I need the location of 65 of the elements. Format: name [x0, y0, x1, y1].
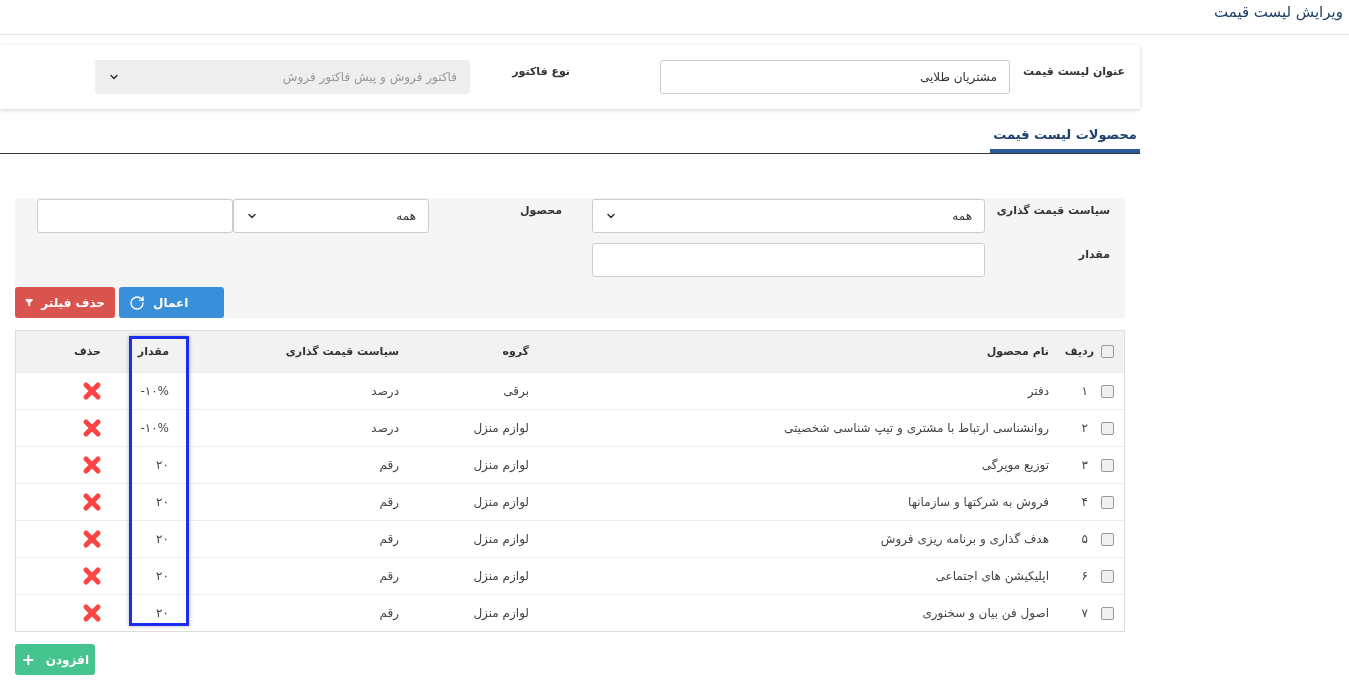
table-cell: روانشناسی ارتباط با مشتری و تیپ شناسی شخصیتی [784, 421, 1049, 435]
table-cell: لوازم منزل [473, 532, 529, 546]
table-cell: ۲۰ [156, 606, 169, 620]
table-cell: برقی [503, 384, 529, 398]
checkbox[interactable] [1101, 421, 1114, 435]
field-label: سیاست قیمت گذاری [995, 203, 1110, 217]
dropdown-field[interactable]: همه [233, 199, 429, 233]
column-header: نام محصول [986, 345, 1049, 358]
refresh-icon [129, 294, 145, 311]
table-cell: اصول فن بیان و سخنوری [922, 606, 1049, 620]
table-cell: رقم [379, 569, 399, 583]
page-title: ویرایش لیست قیمت [1214, 3, 1343, 21]
input-field[interactable] [592, 243, 985, 277]
field-label: عنوان لیست قیمت [1022, 64, 1125, 78]
table-cell: ۴ [1081, 495, 1088, 509]
table-cell: -۱۰% [140, 384, 169, 398]
checkbox[interactable] [1101, 569, 1114, 583]
table-cell: درصد [371, 421, 399, 435]
table-cell: رقم [379, 495, 399, 509]
checkbox[interactable] [1101, 532, 1114, 546]
column-header: حذف [73, 345, 101, 358]
checkbox[interactable] [1101, 384, 1114, 398]
table-cell: لوازم منزل [473, 458, 529, 472]
table-cell: رقم [379, 532, 399, 546]
dropdown-field[interactable]: همه [592, 199, 985, 233]
checkbox[interactable] [1101, 345, 1114, 358]
clear-filter-button[interactable]: حذف فیلتر [15, 287, 115, 318]
input-field[interactable] [37, 199, 233, 233]
table-cell: ۳ [1081, 458, 1088, 472]
table-cell: فروش به شرکتها و سازمانها [908, 495, 1049, 509]
table-cell: اپلیکیشن های اجتماعی [935, 569, 1049, 583]
tab[interactable]: محصولات لیست قیمت [990, 124, 1140, 153]
table-cell: توزیع مویرگی [981, 458, 1049, 472]
table-cell: لوازم منزل [473, 495, 529, 509]
filter-icon [25, 297, 34, 308]
table-cell: ۲۰ [156, 569, 169, 583]
column-header: ردیف [1064, 345, 1094, 358]
field-label: مقدار [1077, 247, 1110, 261]
table-cell: ۵ [1081, 532, 1088, 546]
table-cell: ۲۰ [156, 495, 169, 509]
field-label: نوع فاکتور [510, 64, 570, 78]
table-cell: ۶ [1081, 569, 1088, 583]
table-cell: رقم [379, 606, 399, 620]
input-field[interactable]: مشتریان طلایی [660, 60, 1010, 94]
column-header: مقدار [137, 345, 169, 358]
table-cell: ۲ [1081, 421, 1088, 435]
table-cell: ۲۰ [156, 458, 169, 472]
checkbox[interactable] [1101, 458, 1114, 472]
table-cell: هدف گذاری و برنامه ریزی فروش [880, 532, 1049, 546]
delete-icon[interactable] [80, 490, 104, 514]
table-cell: -۱۰% [140, 421, 169, 435]
table-cell: ۲۰ [156, 532, 169, 546]
table-cell: ۷ [1081, 606, 1088, 620]
table-cell: لوازم منزل [473, 569, 529, 583]
table-cell: رقم [379, 458, 399, 472]
column-header: سیاست قیمت گذاری [285, 345, 399, 358]
table-cell: درصد [371, 384, 399, 398]
column-header: گروه [502, 345, 529, 358]
field-label: محصول [518, 203, 562, 217]
table-cell: لوازم منزل [473, 421, 529, 435]
table-cell: دفتر [1027, 384, 1049, 398]
checkbox[interactable] [1101, 606, 1114, 620]
table-cell: ۱ [1081, 384, 1088, 398]
checkbox[interactable] [1101, 495, 1114, 509]
table-cell: لوازم منزل [473, 606, 529, 620]
